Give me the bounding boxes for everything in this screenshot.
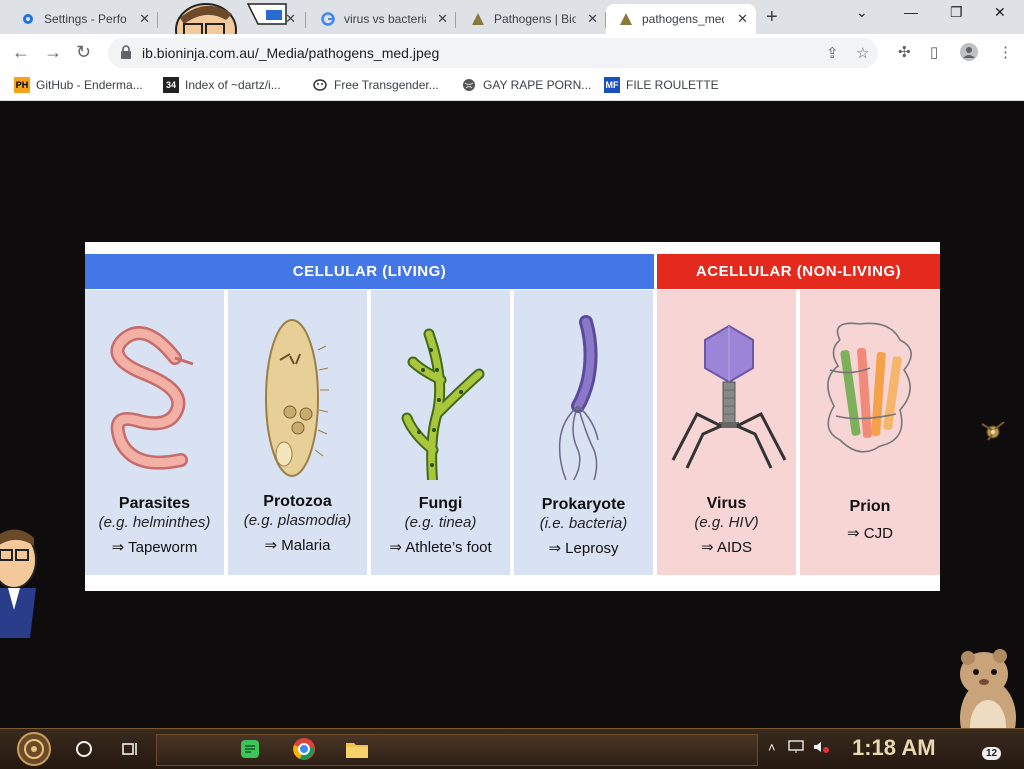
minimize-icon[interactable]: — [904, 4, 918, 20]
pathogen-name: Fungi [418, 495, 463, 512]
google-icon [320, 11, 336, 27]
bookmark-free-transgender[interactable]: Free Transgender... [312, 77, 439, 93]
steampunk-insect-icon [981, 421, 1005, 441]
pathogen-disease: ⇒ Tapeworm [111, 539, 198, 556]
notification-badge[interactable]: 12 [982, 747, 1002, 760]
close-window-icon[interactable]: ✕ [994, 4, 1006, 21]
new-tab-button[interactable]: + [766, 6, 778, 29]
tab-virus-vs-bacteria[interactable]: virus vs bacteria ✕ [308, 4, 456, 34]
mf-icon: MF [604, 77, 620, 93]
pathogen-name: Virus [706, 495, 747, 512]
pathogens-figure: CELLULAR (LIVING) ACELLULAR (NON-LIVING)… [85, 242, 940, 591]
browser-toolbar: ← → ↻ ib.bioninja.com.au/_Media/pathogen… [0, 34, 1024, 72]
pathogen-example: (e.g. helminthes) [98, 514, 211, 531]
panel-fungi: Fungi (e.g. tinea) ⇒ Athlete’s foot [371, 290, 510, 575]
pathogen-disease: ⇒ Leprosy [548, 540, 619, 557]
panel-protozoa: Protozoa (e.g. plasmodia) ⇒ Malaria [228, 290, 367, 575]
fungi-illustration [401, 328, 485, 480]
tab-title: Pathogens | BioNinja [494, 12, 576, 26]
bookmark-label: Free Transgender... [334, 78, 439, 92]
clock[interactable]: 1:18 AM [852, 735, 936, 761]
prion-illustration [827, 322, 912, 453]
ph-icon: PH [14, 77, 30, 93]
tab-strip: Settings - Performance ✕ ✕ virus vs bact… [0, 0, 1024, 34]
close-icon[interactable]: ✕ [737, 11, 748, 27]
gear-icon [20, 11, 36, 27]
pathogen-name: Prokaryote [541, 496, 626, 513]
pathogen-disease: ⇒ CJD [847, 525, 893, 542]
panel-prion: Prion ⇒ CJD [800, 290, 940, 575]
cellular-header: CELLULAR (LIVING) [85, 254, 654, 289]
pathogen-example: (e.g. plasmodia) [243, 512, 352, 529]
extensions-icon[interactable]: ✣ [898, 43, 911, 61]
close-icon[interactable]: ✕ [139, 11, 150, 27]
address-bar[interactable]: ib.bioninja.com.au/_Media/pathogens_med.… [108, 38, 878, 68]
tab-title: virus vs bacteria [344, 12, 426, 26]
tab-pathogens-bioninja[interactable]: Pathogens | BioNinja ✕ [458, 4, 606, 34]
lock-icon[interactable] [120, 45, 132, 64]
panel-prokaryote: Prokaryote (i.e. bacteria) ⇒ Leprosy [514, 290, 653, 575]
chrome-icon[interactable] [290, 735, 318, 763]
notes-app-icon[interactable] [236, 735, 264, 763]
pathogen-example: (e.g. HIV) [694, 514, 759, 531]
taskbar: ˄ 1:18 AM 12 [0, 728, 1024, 769]
url-text: ib.bioninja.com.au/_Media/pathogens_med.… [142, 45, 440, 61]
pathogen-disease: ⇒ AIDS [701, 539, 752, 556]
bookmark-label: GAY RAPE PORN... [483, 78, 592, 92]
pathogen-example: (i.e. bacteria) [539, 515, 628, 532]
file-explorer-icon[interactable] [343, 735, 371, 763]
bookmark-gay-rape-porn[interactable]: GAY RAPE PORN... [461, 77, 591, 93]
restore-icon[interactable]: ❐ [950, 4, 963, 21]
mask-icon [312, 77, 328, 93]
bookmarks-bar: PH GitHub - Enderma... 34 Index of ~dart… [0, 72, 1024, 101]
close-icon[interactable]: ✕ [437, 11, 448, 27]
reload-icon[interactable]: ↻ [76, 42, 91, 63]
protozoa-illustration [265, 319, 329, 477]
tapeworm-illustration [110, 326, 194, 470]
pathogen-example: (e.g. tinea) [404, 514, 477, 531]
task-view-icon[interactable] [116, 735, 144, 763]
bioninja-icon [470, 11, 486, 27]
cartoon-man-icon [0, 529, 37, 638]
tab-pathogens-med[interactable]: pathogens_med.jpeg ✕ [606, 4, 756, 34]
bookmark-index-dartz[interactable]: 34 Index of ~dartz/i... [163, 77, 281, 93]
cortana-icon[interactable] [70, 735, 98, 763]
tray-expand-icon[interactable]: ˄ [768, 740, 776, 755]
bacteria-illustration [558, 315, 599, 480]
34-icon: 34 [163, 77, 179, 93]
pathogen-name: Parasites [118, 495, 191, 512]
share-icon[interactable]: ⇪ [826, 44, 839, 62]
pathogen-disease: ⇒ Malaria [264, 537, 331, 554]
pathogen-disease: ⇒ Athlete’s foot [389, 539, 492, 556]
side-panel-icon[interactable]: ▯ [930, 43, 938, 61]
bookmark-file-roulette[interactable]: MF FILE ROULETTE [604, 77, 719, 93]
volume-muted-icon[interactable] [812, 740, 830, 757]
start-button[interactable] [8, 731, 60, 767]
tab-search-icon[interactable]: ⌄ [856, 4, 868, 21]
acellular-header: ACELLULAR (NON-LIVING) [657, 254, 940, 289]
close-icon[interactable]: ✕ [587, 11, 598, 27]
bioninja-icon [618, 11, 634, 27]
profile-icon[interactable] [960, 43, 978, 65]
pathogen-name: Prion [849, 498, 891, 515]
panel-parasites: Parasites (e.g. helminthes) ⇒ Tapeworm [85, 290, 224, 575]
network-icon[interactable] [788, 740, 804, 757]
bookmark-star-icon[interactable]: ☆ [856, 44, 869, 62]
menu-icon[interactable]: ⋮ [998, 43, 1013, 61]
back-icon[interactable]: ← [12, 42, 30, 63]
pathogen-name: Protozoa [263, 493, 332, 510]
tab-settings[interactable]: Settings - Performance ✕ [8, 4, 158, 34]
globe-icon [461, 77, 477, 93]
forward-icon[interactable]: → [44, 42, 62, 63]
virus-illustration [671, 324, 787, 469]
bookmark-label: GitHub - Enderma... [36, 78, 143, 92]
tab-title: pathogens_med.jpeg [642, 12, 724, 26]
tab-title: Settings - Performance [44, 12, 126, 26]
panel-virus: Virus (e.g. HIV) ⇒ AIDS [657, 290, 796, 575]
bookmark-label: FILE ROULETTE [626, 78, 719, 92]
bookmark-label: Index of ~dartz/i... [185, 78, 281, 92]
bookmark-github[interactable]: PH GitHub - Enderma... [14, 77, 143, 93]
